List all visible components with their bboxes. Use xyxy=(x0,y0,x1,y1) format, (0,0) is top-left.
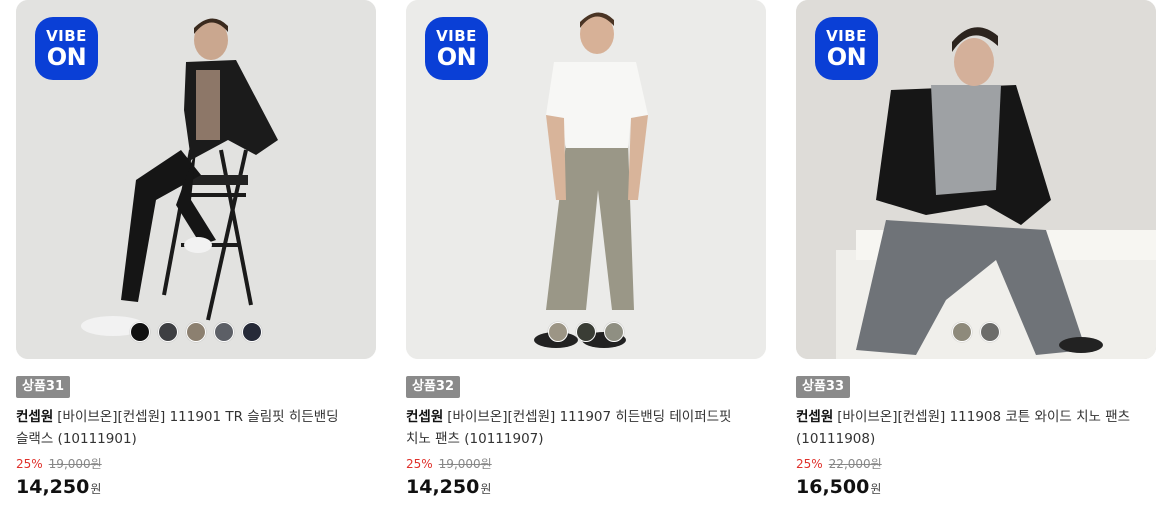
color-swatch[interactable] xyxy=(980,322,1000,342)
discount-row: 25% 19,000원 xyxy=(16,455,102,473)
discount-rate: 25% xyxy=(796,457,823,471)
original-price: 22,000원 xyxy=(828,457,882,471)
color-swatch[interactable] xyxy=(214,322,234,342)
price-value: 14,250 xyxy=(16,476,90,498)
sale-price: 16,500원 xyxy=(796,474,881,502)
sale-price: 14,250원 xyxy=(16,474,101,502)
color-swatches xyxy=(796,322,1156,342)
color-swatch[interactable] xyxy=(158,322,178,342)
product-name: [바이브온][컨셉원] 111908 코튼 와이드 치노 팬츠 (1011190… xyxy=(796,409,1131,447)
color-swatch[interactable] xyxy=(604,322,624,342)
discount-rate: 25% xyxy=(16,457,43,471)
brand-name: 컨셉원 xyxy=(406,409,444,425)
brand-name: 컨셉원 xyxy=(16,409,54,425)
sale-price: 14,250원 xyxy=(406,474,491,502)
original-price: 19,000원 xyxy=(438,457,492,471)
price-value: 14,250 xyxy=(406,476,480,498)
product-card[interactable]: VIBE ON 상품33 컨셉원 [바이브온][컨셉원] 111908 코튼 와이… xyxy=(796,0,1156,498)
color-swatches xyxy=(16,322,376,342)
discount-row: 25% 19,000원 xyxy=(406,455,492,473)
discount-rate: 25% xyxy=(406,457,433,471)
product-card[interactable]: VIBE ON 상품31 컨셉원 [바이브온][컨셉원] 111901 TR 슬림… xyxy=(16,0,376,498)
discount-row: 25% 22,000원 xyxy=(796,455,882,473)
price-value: 16,500 xyxy=(796,476,870,498)
color-swatch[interactable] xyxy=(130,322,150,342)
color-swatch[interactable] xyxy=(186,322,206,342)
product-image[interactable]: VIBE ON xyxy=(16,0,376,359)
product-title[interactable]: 컨셉원 [바이브온][컨셉원] 111901 TR 슬림핏 히든밴딩 슬랙스 (1… xyxy=(16,406,368,450)
product-image[interactable]: VIBE ON xyxy=(406,0,766,359)
product-title[interactable]: 컨셉원 [바이브온][컨셉원] 111907 히든밴딩 테이퍼드핏 치노 팬츠 (… xyxy=(406,406,758,450)
product-tag: 상품31 xyxy=(16,376,71,398)
price-currency: 원 xyxy=(870,482,882,496)
product-card[interactable]: VIBE ON 상품32 컨셉원 [바이브온][컨셉원] 111907 히든밴딩 … xyxy=(406,0,766,498)
product-title[interactable]: 컨셉원 [바이브온][컨셉원] 111908 코튼 와이드 치노 팬츠 (1011… xyxy=(796,406,1148,450)
brand-name: 컨셉원 xyxy=(796,409,834,425)
color-swatch[interactable] xyxy=(548,322,568,342)
product-name: [바이브온][컨셉원] 111907 히든밴딩 테이퍼드핏 치노 팬츠 (101… xyxy=(406,409,732,447)
color-swatches xyxy=(406,322,766,342)
product-image[interactable]: VIBE ON xyxy=(796,0,1156,359)
product-tag: 상품33 xyxy=(796,376,851,398)
vibe-on-logo: VIBE ON xyxy=(815,17,878,80)
vibe-on-logo: VIBE ON xyxy=(425,17,488,80)
color-swatch[interactable] xyxy=(952,322,972,342)
price-currency: 원 xyxy=(480,482,492,496)
product-name: [바이브온][컨셉원] 111901 TR 슬림핏 히든밴딩 슬랙스 (1011… xyxy=(16,409,339,447)
price-currency: 원 xyxy=(90,482,102,496)
vibe-on-logo: VIBE ON xyxy=(35,17,98,80)
color-swatch[interactable] xyxy=(576,322,596,342)
product-tag: 상품32 xyxy=(406,376,461,398)
original-price: 19,000원 xyxy=(48,457,102,471)
color-swatch[interactable] xyxy=(242,322,262,342)
